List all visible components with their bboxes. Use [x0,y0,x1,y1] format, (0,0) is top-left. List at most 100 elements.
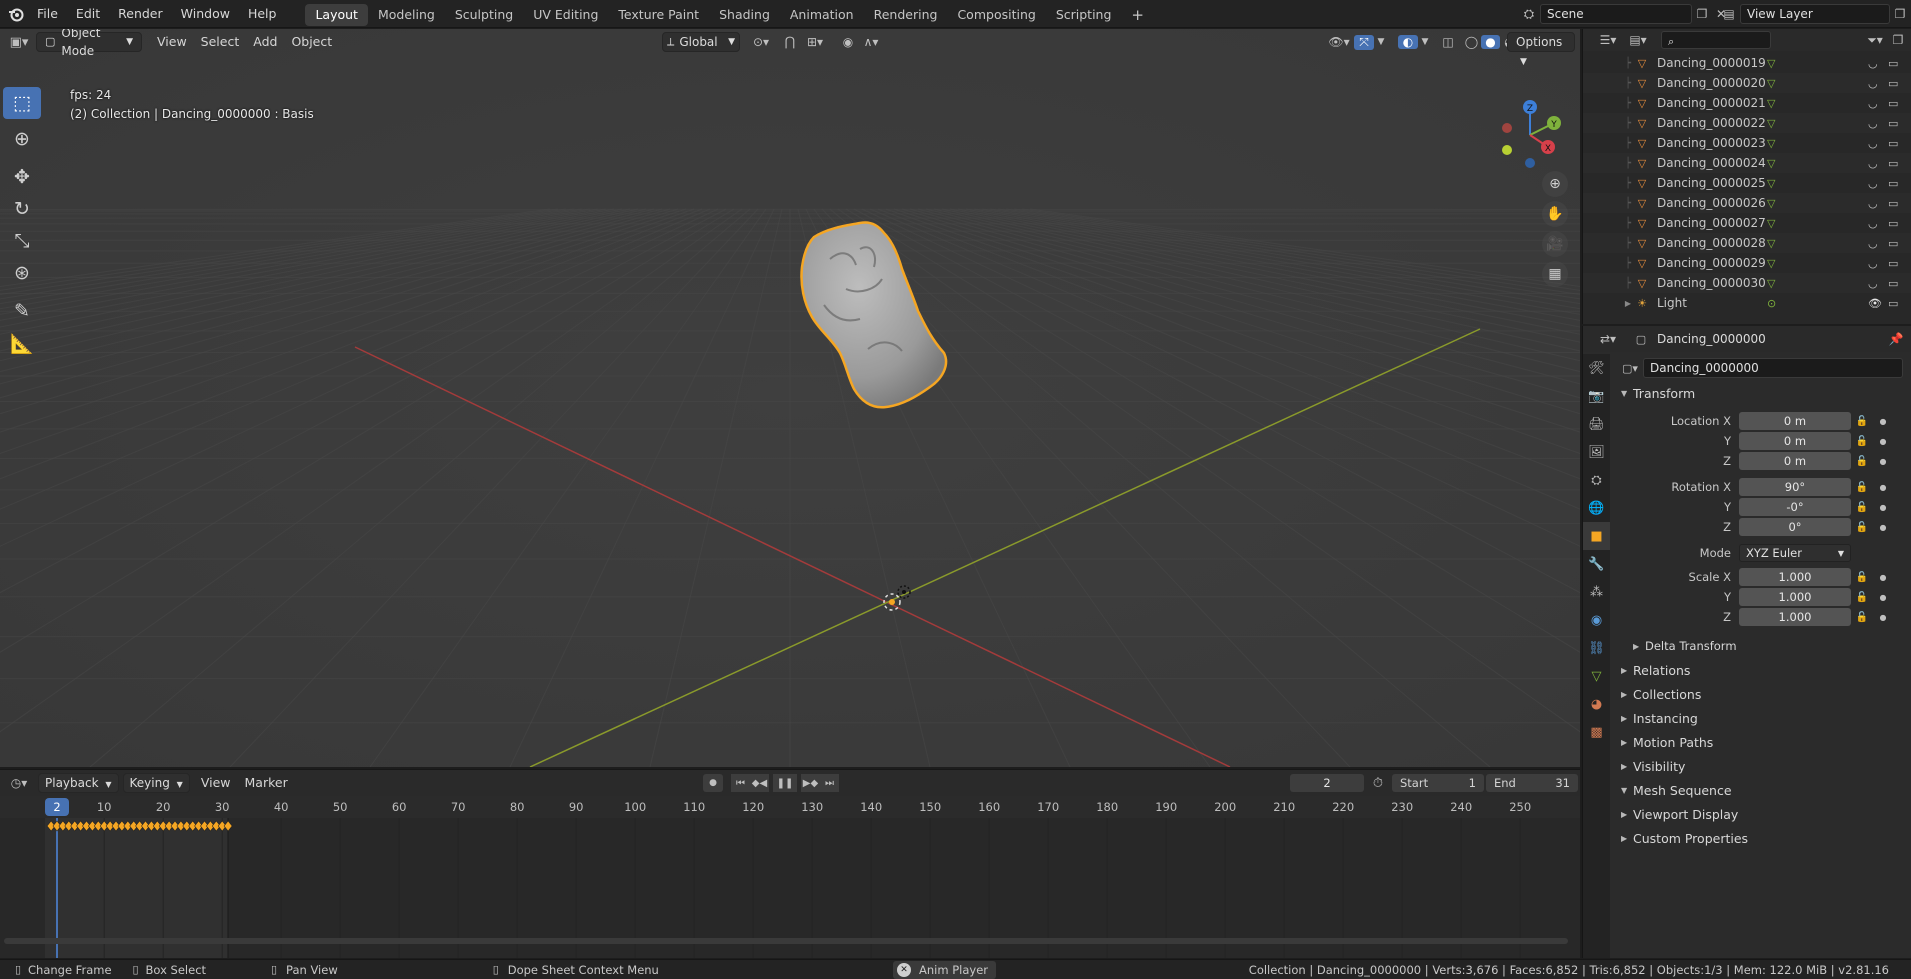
outliner-item[interactable]: ┝ ▽ Dancing_0000026 ▽ ◡ ▭ [1583,193,1911,213]
rotate-tool-icon[interactable]: ↻ [3,193,41,225]
preview-range-clock-icon[interactable]: ⏱ [1364,776,1392,791]
visibility-panel[interactable]: ▶ Visibility [1611,755,1911,777]
scale-z-field[interactable]: 1.000 [1739,608,1851,626]
annotate-tool-icon[interactable]: ✎ [3,295,41,327]
frame-ruler[interactable]: 2 10 20 30 40 50 60 70 80 90 100 110 120 130 140 150 16… [0,796,1580,818]
hide-viewport-icon[interactable]: ◡ [1868,217,1888,230]
transform-tool-icon[interactable]: ⊛ [3,257,41,289]
expand-triangle-icon[interactable]: ▶ [1583,299,1631,308]
outliner-item[interactable]: ┝ ▽ Dancing_0000020 ▽ ◡ ▭ [1583,73,1911,93]
mesh-object-icon[interactable]: ▽ [1631,177,1653,190]
jump-end-icon[interactable]: ⏭ [820,774,839,792]
tab-sculpting[interactable]: Sculpting [445,4,523,26]
mesh-object-icon[interactable]: ▽ [1631,97,1653,110]
outliner-item[interactable]: ┝ ▽ Dancing_0000030 ▽ ◡ ▭ [1583,273,1911,293]
mesh-object-icon[interactable]: ▽ [1631,57,1653,70]
editor-type-cube-icon[interactable]: ▣▾ [4,35,34,50]
render-visibility-icon[interactable]: ▭ [1888,237,1908,250]
render-visibility-icon[interactable]: ▭ [1888,257,1908,270]
mesh-data-icon[interactable]: ▽ [1767,117,1787,130]
render-visibility-icon[interactable]: ▭ [1888,177,1908,190]
object-tab-icon[interactable]: ■ [1583,522,1610,550]
hide-viewport-icon[interactable]: ◡ [1868,257,1888,270]
anim-player-job[interactable]: ✕ Anim Player [893,961,996,979]
lock-icon[interactable]: 🔓 [1851,612,1873,623]
proportional-edit-icon[interactable]: ◉ [838,35,858,49]
record-keyframe-icon[interactable]: ● [703,774,723,792]
render-visibility-icon[interactable]: ▭ [1888,157,1908,170]
timeline-menu-view[interactable]: View [194,773,238,793]
timeline-scrollbar[interactable] [4,938,1568,944]
view-layer-field[interactable]: View Layer [1740,4,1890,24]
hide-viewport-icon[interactable]: ◡ [1868,277,1888,290]
tab-modeling[interactable]: Modeling [368,4,445,26]
keyframe-dot-icon[interactable]: ● [1873,593,1893,602]
playback-dropdown[interactable]: Playback ▼ [38,773,119,793]
mesh-object-icon[interactable]: ▽ [1631,237,1653,250]
outliner-item[interactable]: ┝ ▽ Dancing_0000021 ▽ ◡ ▭ [1583,93,1911,113]
texture-tab-icon[interactable]: ▩ [1583,718,1610,746]
keyframe-area[interactable] [0,818,1580,958]
pin-icon[interactable]: 📌 [1886,332,1906,346]
tab-uv-editing[interactable]: UV Editing [523,4,608,26]
viewport-display-panel[interactable]: ▶ Viewport Display [1611,803,1911,825]
lock-icon[interactable]: 🔓 [1851,522,1873,533]
lock-icon[interactable]: 🔓 [1851,436,1873,447]
scene-name-field[interactable]: Scene [1540,4,1692,24]
collections-panel[interactable]: ▶ Collections [1611,683,1911,705]
hide-viewport-icon[interactable]: ◡ [1868,177,1888,190]
pause-icon[interactable]: ❚❚ [773,774,797,792]
overlays-dropdown-icon[interactable]: ▼ [1418,37,1432,47]
end-frame-field[interactable]: End 31 [1486,774,1578,792]
tab-texture-paint[interactable]: Texture Paint [608,4,709,26]
zoom-icon[interactable]: ⊕ [1542,171,1568,197]
lock-icon[interactable]: 🔓 [1851,502,1873,513]
scale-x-field[interactable]: 1.000 [1739,568,1851,586]
view-layer-tab-icon[interactable]: 🖼 [1583,438,1610,466]
render-visibility-icon[interactable]: ▭ [1888,197,1908,210]
render-visibility-icon[interactable]: ▭ [1888,77,1908,90]
pan-hand-icon[interactable]: ✋ [1542,201,1568,227]
falloff-curve-icon[interactable]: ∧▾ [858,35,884,49]
rotation-mode-dropdown[interactable]: XYZ Euler ▼ [1739,544,1851,562]
mesh-object-icon[interactable]: ▽ [1631,117,1653,130]
keyframe-dot-icon[interactable]: ● [1873,523,1893,532]
measure-tool-icon[interactable]: 📐 [3,327,41,359]
relations-panel[interactable]: ▶ Relations [1611,659,1911,681]
cursor-tool-icon[interactable]: ⊕ [3,123,41,155]
light-bulb-icon[interactable]: ☀ [1631,297,1653,310]
outliner-item[interactable]: ┝ ▽ Dancing_0000022 ▽ ◡ ▭ [1583,113,1911,133]
transform-panel-header[interactable]: ▼ Transform [1611,382,1911,404]
keyframe-dot-icon[interactable]: ● [1873,503,1893,512]
mesh-object-icon[interactable]: ▽ [1631,197,1653,210]
shading-wireframe-icon[interactable]: ◯ [1462,35,1481,49]
move-tool-icon[interactable]: ✥ [3,161,41,193]
material-tab-icon[interactable]: ◕ [1583,690,1610,718]
timeline-menu-marker[interactable]: Marker [238,773,295,793]
timeline-editor-type-icon[interactable]: ◷▾ [4,776,34,790]
tab-compositing[interactable]: Compositing [947,4,1045,26]
mesh-data-icon[interactable]: ▽ [1767,177,1787,190]
object-mode-dropdown[interactable]: ▢ Object Mode ▼ [36,29,142,58]
hide-viewport-icon[interactable]: ◡ [1868,157,1888,170]
display-mode-icon[interactable]: ▤▾ [1623,33,1653,47]
start-frame-field[interactable]: Start 1 [1392,774,1484,792]
viewport-menu-object[interactable]: Object [284,32,339,52]
pivot-point-icon[interactable]: ⊙▾ [746,35,776,49]
viewport-menu-view[interactable]: View [150,32,194,52]
render-visibility-icon[interactable]: ▭ [1888,137,1908,150]
rotation-x-field[interactable]: 90° [1739,478,1851,496]
new-collection-icon[interactable]: ❐ [1888,33,1908,47]
custom-properties-panel[interactable]: ▶ Custom Properties [1611,827,1911,849]
object-name-field[interactable]: Dancing_0000000 [1643,358,1903,378]
location-z-field[interactable]: 0 m [1739,452,1851,470]
mesh-data-icon[interactable]: ▽ [1767,257,1787,270]
object-type-dropdown-icon[interactable]: ▢▾ [1617,362,1643,375]
visibility-eye-icon[interactable]: 👁▾ [1324,35,1354,49]
world-tab-icon[interactable]: 🌐 [1583,494,1610,522]
outliner-editor-type-icon[interactable]: ☰▾ [1593,33,1623,47]
physics-tab-icon[interactable]: ◉ [1583,606,1610,634]
current-frame-field[interactable]: 2 [1290,774,1364,792]
mesh-data-icon[interactable]: ▽ [1767,217,1787,230]
view-layer-icon[interactable]: ▤ [1718,7,1740,21]
